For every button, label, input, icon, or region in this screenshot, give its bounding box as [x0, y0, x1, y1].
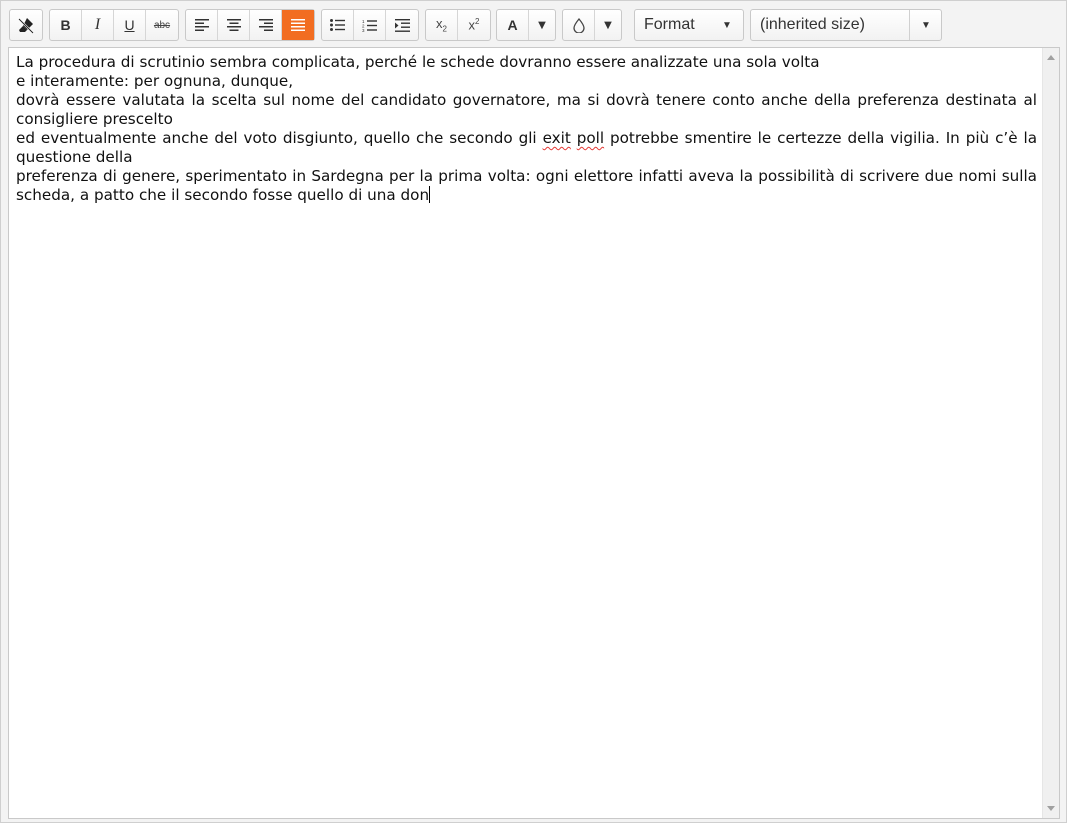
- scroll-up-icon[interactable]: [1047, 55, 1055, 60]
- subscript-icon: x2: [436, 16, 447, 34]
- list-group: 1 2 3: [321, 9, 419, 41]
- misspelled-word[interactable]: poll: [577, 129, 604, 147]
- font-color-dropdown[interactable]: ▼: [529, 10, 555, 40]
- paragraph-5: preferenza di genere, sperimentato in Sa…: [16, 167, 1037, 205]
- chevron-down-icon: ▼: [604, 19, 612, 31]
- bullet-list-button[interactable]: [322, 10, 354, 40]
- editor-frame: B I U abc 1 2 3 x2 x2 A ▼ ▼ Format ▼ (in…: [0, 0, 1067, 823]
- font-size-select[interactable]: (inherited size) ▼: [750, 9, 942, 41]
- chevron-down-icon: ▼: [538, 19, 546, 31]
- indent-icon: [394, 18, 410, 32]
- bullet-list-icon: [330, 19, 345, 31]
- format-select[interactable]: Format ▼: [634, 9, 744, 41]
- paragraph-3: dovrà essere valutata la scelta sul nome…: [16, 91, 1037, 128]
- vertical-scrollbar[interactable]: [1042, 48, 1059, 818]
- svg-text:3: 3: [362, 28, 365, 32]
- align-center-button[interactable]: [218, 10, 250, 40]
- font-size-select-label: (inherited size): [760, 16, 865, 33]
- align-center-icon: [226, 19, 241, 31]
- eraser-icon: [18, 18, 34, 34]
- bold-label: B: [60, 17, 71, 33]
- strikethrough-label: abc: [153, 19, 171, 31]
- numbered-list-button[interactable]: 1 2 3: [354, 10, 386, 40]
- paragraph-2: e interamente: per ognuna, dunque,: [16, 72, 294, 90]
- superscript-icon: x2: [469, 17, 480, 32]
- editor-content[interactable]: La procedura di scrutinio sembra complic…: [16, 53, 1037, 205]
- editor-area[interactable]: La procedura di scrutinio sembra complic…: [8, 47, 1060, 819]
- font-color-button[interactable]: A: [497, 10, 529, 40]
- strikethrough-button[interactable]: abc: [146, 10, 178, 40]
- paragraph-4-text-a: ed eventualmente anche del voto disgiunt…: [16, 129, 543, 147]
- scroll-down-icon[interactable]: [1047, 806, 1055, 811]
- background-color-button[interactable]: [563, 10, 595, 40]
- font-color-group: A ▼: [496, 9, 556, 41]
- paragraph-1: La procedura di scrutinio sembra complic…: [16, 53, 820, 71]
- paragraph-4: ed eventualmente anche del voto disgiunt…: [16, 129, 1037, 167]
- align-left-icon: [194, 19, 209, 31]
- droplet-icon: [572, 17, 585, 33]
- align-right-icon: [258, 19, 273, 31]
- align-left-button[interactable]: [186, 10, 218, 40]
- text-style-group: B I U abc: [49, 9, 179, 41]
- subscript-mark: 2: [442, 24, 447, 34]
- text-caret: [429, 186, 431, 203]
- alignment-group: [185, 9, 315, 41]
- chevron-down-icon: ▼: [909, 10, 942, 40]
- superscript-button[interactable]: x2: [458, 10, 490, 40]
- align-right-button[interactable]: [250, 10, 282, 40]
- font-color-label: A: [507, 17, 518, 33]
- chevron-down-icon: ▼: [722, 19, 732, 31]
- misspelled-word[interactable]: exit: [543, 129, 571, 147]
- italic-label: I: [94, 16, 101, 33]
- clear-format-group: [9, 9, 43, 41]
- numbered-list-icon: 1 2 3: [362, 19, 377, 32]
- superscript-mark: 2: [475, 17, 480, 27]
- format-select-label: Format: [644, 16, 695, 33]
- remove-format-button[interactable]: [10, 10, 42, 40]
- subscript-button[interactable]: x2: [426, 10, 458, 40]
- align-justify-icon: [291, 19, 305, 31]
- underline-button[interactable]: U: [114, 10, 146, 40]
- toolbar: B I U abc 1 2 3 x2 x2 A ▼ ▼ Format ▼ (in…: [1, 1, 1066, 47]
- background-color-dropdown[interactable]: ▼: [595, 10, 621, 40]
- script-group: x2 x2: [425, 9, 491, 41]
- bold-button[interactable]: B: [50, 10, 82, 40]
- indent-button[interactable]: [386, 10, 418, 40]
- italic-button[interactable]: I: [82, 10, 114, 40]
- background-color-group: ▼: [562, 9, 622, 41]
- paragraph-5-text: preferenza di genere, sperimentato in Sa…: [16, 167, 1037, 204]
- underline-label: U: [124, 17, 135, 33]
- align-justify-button[interactable]: [282, 10, 314, 40]
